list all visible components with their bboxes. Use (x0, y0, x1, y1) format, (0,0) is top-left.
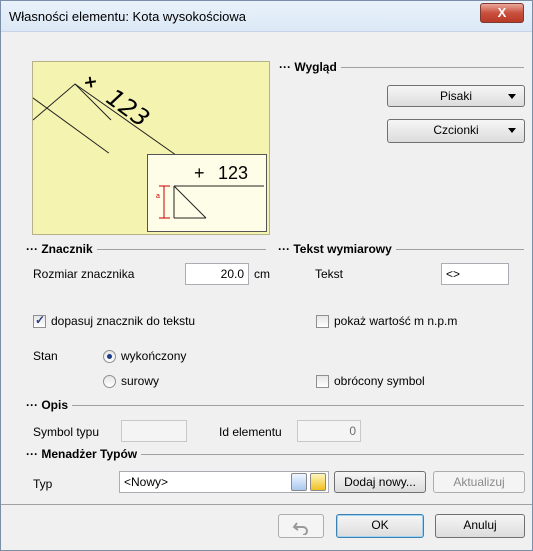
state-raw-label: surowy (121, 374, 160, 388)
preview-panel: × 123 + 123 a (32, 61, 270, 235)
element-id-label: Id elementu (219, 425, 282, 439)
undo-icon (292, 522, 308, 536)
section-wyglad: ··· Wygląd (279, 60, 524, 74)
window-title: Własności elementu: Kota wysokościowa (9, 9, 246, 24)
title-bar: Własności elementu: Kota wysokościowa X (1, 1, 532, 32)
section-opis-title: Opis (41, 398, 68, 412)
properties-dialog: Własności elementu: Kota wysokościowa X … (0, 0, 533, 551)
state-finished-radio[interactable] (103, 350, 116, 363)
state-finished-label: wykończony (121, 349, 187, 363)
close-icon: X (497, 5, 507, 20)
element-id-input[interactable]: 0 (297, 420, 361, 442)
preview-a-mark: a (156, 193, 160, 200)
section-wyglad-title: Wygląd (294, 60, 337, 74)
chevron-down-icon (508, 128, 516, 133)
fit-marker-checkbox[interactable] (33, 313, 46, 328)
section-tekst: ··· Tekst wymiarowy (278, 242, 524, 256)
footer-separator (1, 504, 532, 505)
close-button[interactable]: X (480, 3, 524, 23)
pens-dropdown-button[interactable]: Pisaki (387, 85, 525, 107)
preview-plus: + (194, 163, 205, 183)
symbol-type-input[interactable] (121, 420, 187, 442)
section-znacznik: ··· Znacznik (26, 242, 266, 256)
marker-size-label: Rozmiar znacznika (33, 267, 135, 281)
type-label: Typ (33, 477, 53, 491)
reversed-symbol-checkbox[interactable] (316, 375, 329, 388)
preview-detail-drawing (159, 185, 264, 219)
add-new-type-button[interactable]: Dodaj nowy... (334, 471, 426, 493)
text-label: Tekst (315, 267, 344, 281)
marker-size-unit: cm (254, 267, 270, 281)
undo-button[interactable] (278, 514, 324, 538)
section-menedzer: ··· Menadżer Typów (26, 447, 524, 461)
show-npm-label: pokaż wartość m n.p.m (334, 314, 458, 328)
fit-marker-label: dopasuj znacznik do tekstu (51, 314, 196, 328)
load-type-icon[interactable] (310, 473, 326, 491)
section-menedzer-title: Menadżer Typów (41, 447, 138, 461)
section-znacznik-title: Znacznik (41, 242, 93, 256)
symbol-type-label: Symbol typu (33, 425, 100, 439)
ok-button[interactable]: OK (336, 514, 424, 538)
cancel-button[interactable]: Anuluj (435, 514, 525, 538)
fonts-dropdown-button[interactable]: Czcionki (387, 119, 525, 143)
section-tekst-title: Tekst wymiarowy (293, 242, 392, 256)
section-opis: ··· Opis (26, 398, 524, 412)
chevron-down-icon (508, 94, 516, 99)
show-npm-checkbox[interactable] (316, 315, 329, 328)
save-type-icon[interactable] (291, 473, 307, 491)
state-label: Stan (33, 349, 58, 363)
reversed-symbol-label: obrócony symbol (334, 374, 425, 388)
update-type-button[interactable]: Aktualizuj (433, 471, 525, 493)
marker-size-input[interactable]: 20.0 (185, 263, 249, 285)
preview-detail: + 123 a (147, 154, 267, 232)
dimension-text-input[interactable]: <> (441, 263, 509, 285)
preview-small-label: 123 (218, 163, 249, 183)
state-raw-radio[interactable] (103, 375, 116, 388)
